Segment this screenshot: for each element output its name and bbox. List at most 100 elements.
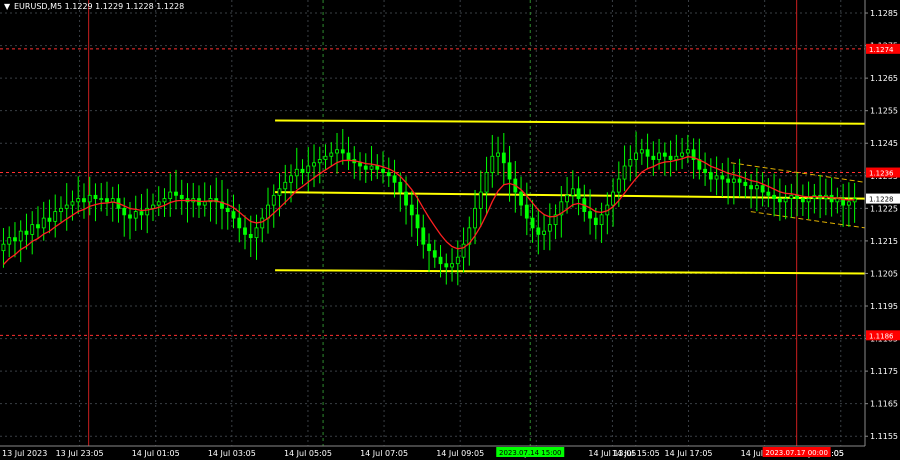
candle-body [340,149,345,154]
y-tick-label: 1.1225 [870,204,898,213]
candle-body [329,152,334,157]
candle-body [484,172,489,193]
candle-body [536,227,541,235]
candle-body [547,224,552,232]
candle-body [76,198,81,203]
candle-body [300,168,305,173]
candle-body [369,165,374,170]
candle-body [789,194,794,199]
candle-body [266,204,270,219]
candle-body [657,152,661,160]
candle-body [415,214,420,229]
candle-body [501,152,506,164]
candle-body [277,188,282,196]
time-tag: 2023.07.14 15:00 [499,449,561,457]
candle-body [18,230,23,242]
candle-body [662,152,667,157]
candle-body [421,227,426,245]
candle-body [726,178,730,183]
x-tick-label: 14 Jul 17:05 [665,449,713,458]
candle-body [283,181,288,190]
candle-body [714,175,719,180]
symbol-header: ▼ EURUSD,M5 1.1229 1.1229 1.1228 1.1228 [4,2,184,11]
candle-body [248,233,253,239]
candle-body [82,198,86,203]
candle-body [772,194,777,199]
candle-body [628,159,633,167]
candle-body [47,217,52,222]
candle-body [490,155,495,173]
x-tick-label: 14 Jul 09:05 [436,449,484,458]
candle-body [317,159,322,164]
candle-body [455,256,460,265]
candle-body [335,149,339,154]
candle-body [754,185,759,190]
candle-body [306,165,311,173]
candle-body [530,217,535,229]
candle-body [254,227,259,239]
candle-body [174,191,178,196]
candle-body [800,198,805,203]
candle-body [237,217,242,229]
candle-body [829,194,834,203]
candle-body [708,172,713,180]
current-price-tag: 1.1228 [869,196,894,204]
candle-body [720,175,725,180]
candle-body [7,237,12,245]
candle-body [766,191,771,196]
candle-body [323,155,328,160]
candle-body [432,250,437,258]
y-tick-label: 1.1165 [870,400,898,409]
candle-body [271,194,276,206]
x-tick-label: 14 Jul 05:05 [284,449,332,458]
candle-body [53,211,58,222]
x-tick-label: 13 Jul 23:05 [56,449,104,458]
candle-body [99,198,104,200]
candle-body [105,198,109,203]
candle-body [622,165,627,180]
candle-body [392,175,397,183]
candle-body [450,263,454,268]
candle-body [36,224,40,229]
x-tick-label: 14 Jul 03:05 [208,449,256,458]
candle-body [151,204,155,209]
candle-body [404,191,408,206]
candle-body [685,149,690,154]
header-triangle-icon[interactable]: ▼ [4,2,11,11]
candle-body [576,188,581,199]
y-tick-label: 1.1285 [870,9,898,18]
candle-body [749,185,754,190]
level-price-tag: 1.1274 [869,46,894,54]
candle-body [346,152,351,160]
candle-body [122,207,127,216]
x-tick-label: 14 Jul 07:05 [360,449,408,458]
candle-body [289,175,293,183]
candle-body [835,198,840,203]
candle-body [846,201,851,206]
candle-body [645,149,650,157]
candle-body [225,207,230,213]
candle-body [358,162,362,167]
candle-body [168,191,173,199]
candle-body [507,162,512,180]
candle-body [438,256,443,265]
x-tick-label: 13 Jul 2023 [2,449,47,458]
candle-body [93,194,98,199]
candle-body [611,191,615,206]
candle-body [13,237,17,242]
candle-body [634,152,638,160]
candle-body [473,207,477,229]
candle-body [363,165,368,170]
candle-body [593,217,598,226]
candle-body [375,165,380,170]
candle-body [1,243,6,252]
candle-body [162,198,167,203]
y-tick-label: 1.1215 [870,237,898,246]
candle-body [87,194,92,203]
candle-body [777,198,782,203]
candle-body [312,162,316,167]
price-chart[interactable]: 1.11551.11651.11751.11851.11951.12051.12… [0,0,900,460]
candle-body [24,230,29,235]
candle-body [427,243,431,252]
candle-body [703,168,707,173]
